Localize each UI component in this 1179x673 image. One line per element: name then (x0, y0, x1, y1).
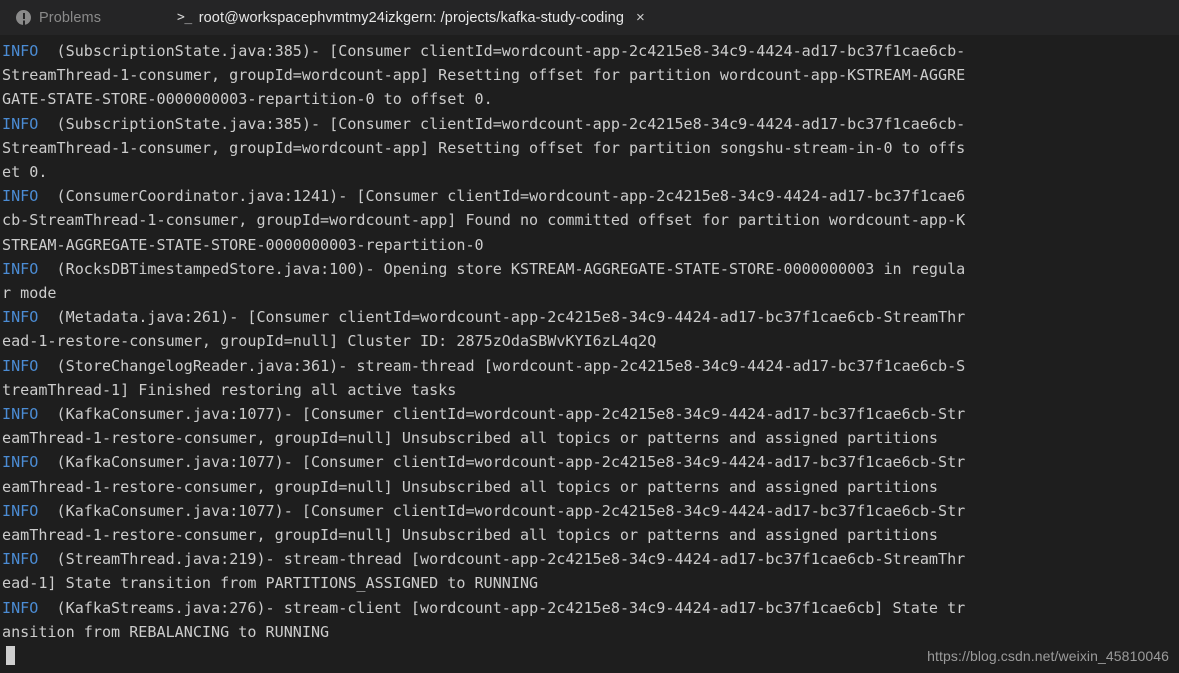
terminal-line: INFO (StoreChangelogReader.java:361)- st… (2, 354, 1179, 378)
log-line-text: (SubscriptionState.java:385)- [Consumer … (38, 114, 966, 133)
log-line-text: ead-1-restore-consumer, groupId=null] Cl… (2, 332, 657, 351)
log-level-label: INFO (2, 259, 39, 278)
log-line-text: GATE-STATE-STORE-0000000003-repartition-… (2, 90, 493, 109)
terminal-line: et 0. (2, 160, 1179, 184)
terminal-line: eamThread-1-restore-consumer, groupId=nu… (2, 475, 1179, 499)
terminal-line: INFO (KafkaConsumer.java:1077)- [Consume… (2, 450, 1179, 474)
terminal-line: INFO (SubscriptionState.java:385)- [Cons… (2, 112, 1179, 136)
log-level-label: INFO (2, 114, 39, 133)
terminal-line: STREAM-AGGREGATE-STATE-STORE-0000000003-… (2, 233, 1179, 257)
terminal-line: INFO (KafkaConsumer.java:1077)- [Consume… (2, 402, 1179, 426)
panel-tab-bar: Problems >_ root@workspacephvmtmy24izkge… (0, 0, 1179, 35)
terminal-line: treamThread-1] Finished restoring all ac… (2, 378, 1179, 402)
log-line-text: (KafkaConsumer.java:1077)- [Consumer cli… (38, 405, 966, 424)
terminal-line: INFO (RocksDBTimestampedStore.java:100)-… (2, 257, 1179, 281)
log-line-text: eamThread-1-restore-consumer, groupId=nu… (2, 477, 938, 496)
log-line-text: (SubscriptionState.java:385)- [Consumer … (38, 42, 966, 60)
terminal-line: INFO (StreamThread.java:219)- stream-thr… (2, 547, 1179, 571)
error-circle-icon (16, 10, 31, 25)
log-line-text: r mode (2, 284, 57, 303)
log-line-text: (KafkaConsumer.java:1077)- [Consumer cli… (38, 501, 966, 520)
terminal-line: INFO (SubscriptionState.java:385)- [Cons… (2, 39, 1179, 63)
terminal-line: GATE-STATE-STORE-0000000003-repartition-… (2, 87, 1179, 111)
tab-terminal-label: root@workspacephvmtmy24izkgern: /project… (198, 9, 624, 26)
terminal-line: ead-1] State transition from PARTITIONS_… (2, 571, 1179, 595)
terminal-line: INFO (KafkaStreams.java:276)- stream-cli… (2, 596, 1179, 620)
log-level-label: INFO (2, 308, 39, 327)
log-line-text: (StreamThread.java:219)- stream-thread [… (38, 550, 966, 569)
log-line-text: et 0. (2, 163, 48, 182)
terminal-line: INFO (Metadata.java:261)- [Consumer clie… (2, 305, 1179, 329)
terminal-prompt-icon: >_ (177, 10, 192, 25)
log-level-label: INFO (2, 42, 39, 60)
tab-terminal[interactable]: >_ root@workspacephvmtmy24izkgern: /proj… (177, 0, 645, 35)
log-line-text: (KafkaConsumer.java:1077)- [Consumer cli… (38, 453, 966, 472)
terminal-line: eamThread-1-restore-consumer, groupId=nu… (2, 523, 1179, 547)
terminal-output-area[interactable]: INFO (SubscriptionState.java:385)- [Cons… (0, 35, 1179, 673)
close-icon[interactable]: × (636, 10, 645, 25)
terminal-line: StreamThread-1-consumer, groupId=wordcou… (2, 136, 1179, 160)
terminal-line: r mode (2, 281, 1179, 305)
log-level-label: INFO (2, 187, 39, 206)
watermark: https://blog.csdn.net/weixin_45810046 (927, 648, 1169, 664)
log-level-label: INFO (2, 356, 39, 375)
terminal-line: eamThread-1-restore-consumer, groupId=nu… (2, 426, 1179, 450)
log-level-label: INFO (2, 550, 39, 569)
log-line-text: StreamThread-1-consumer, groupId=wordcou… (2, 66, 966, 85)
tab-problems[interactable]: Problems (0, 0, 115, 35)
terminal-log-lines: INFO (SubscriptionState.java:385)- [Cons… (0, 39, 1179, 668)
terminal-cursor (6, 646, 15, 666)
log-line-text: (StoreChangelogReader.java:361)- stream-… (38, 356, 966, 375)
terminal-line: INFO (KafkaConsumer.java:1077)- [Consume… (2, 499, 1179, 523)
terminal-line: ead-1-restore-consumer, groupId=null] Cl… (2, 329, 1179, 353)
log-level-label: INFO (2, 598, 39, 617)
log-line-text: ansition from REBALANCING to RUNNING (2, 622, 330, 641)
log-line-text: ead-1] State transition from PARTITIONS_… (2, 574, 539, 593)
log-line-text: (KafkaStreams.java:276)- stream-client [… (38, 598, 966, 617)
log-line-text: eamThread-1-restore-consumer, groupId=nu… (2, 429, 938, 448)
terminal-line: StreamThread-1-consumer, groupId=wordcou… (2, 63, 1179, 87)
log-level-label: INFO (2, 501, 39, 520)
log-line-text: (RocksDBTimestampedStore.java:100)- Open… (38, 259, 966, 278)
log-line-text: STREAM-AGGREGATE-STATE-STORE-0000000003-… (2, 235, 484, 254)
terminal-line: ansition from REBALANCING to RUNNING (2, 620, 1179, 644)
tab-problems-label: Problems (39, 9, 102, 26)
log-level-label: INFO (2, 405, 39, 424)
terminal-line: cb-StreamThread-1-consumer, groupId=word… (2, 208, 1179, 232)
log-level-label: INFO (2, 453, 39, 472)
terminal-line: INFO (ConsumerCoordinator.java:1241)- [C… (2, 184, 1179, 208)
log-line-text: treamThread-1] Finished restoring all ac… (2, 380, 457, 399)
log-line-text: eamThread-1-restore-consumer, groupId=nu… (2, 526, 938, 545)
log-line-text: (ConsumerCoordinator.java:1241)- [Consum… (38, 187, 966, 206)
log-line-text: StreamThread-1-consumer, groupId=wordcou… (2, 138, 966, 157)
log-line-text: (Metadata.java:261)- [Consumer clientId=… (38, 308, 966, 327)
log-line-text: cb-StreamThread-1-consumer, groupId=word… (2, 211, 966, 230)
